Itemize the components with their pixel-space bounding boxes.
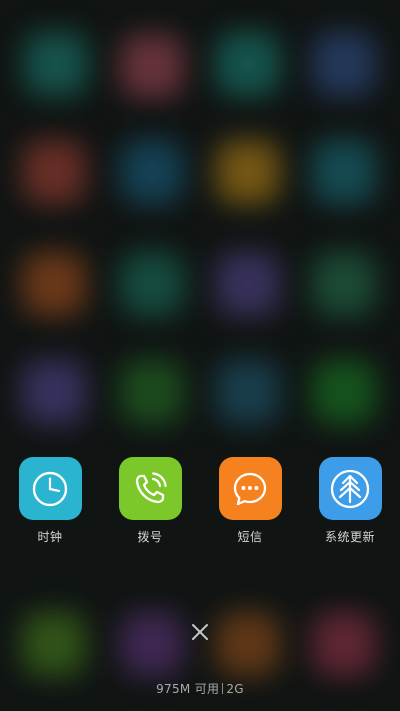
recent-apps-screen: 时钟 拨号 短信 系统更新 975M 可用 2G: [0, 0, 400, 711]
memory-available: 975M 可用: [156, 682, 220, 696]
recent-app-clock[interactable]: 时钟: [0, 457, 100, 545]
app-label: 时钟: [37, 530, 63, 544]
app-label: 拨号: [137, 530, 163, 544]
close-all-button[interactable]: [186, 618, 214, 646]
message-icon[interactable]: [218, 457, 282, 520]
memory-separator: [222, 683, 224, 694]
recent-app-system-update[interactable]: 系统更新: [300, 457, 400, 545]
dim-overlay: [0, 0, 400, 711]
recent-app-dialer[interactable]: 拨号: [100, 457, 200, 545]
phone-icon[interactable]: [118, 457, 182, 520]
memory-status: 975M 可用 2G: [0, 680, 400, 697]
close-icon[interactable]: [191, 623, 209, 641]
recent-apps-row: 时钟 拨号 短信 系统更新: [0, 457, 400, 547]
app-label: 系统更新: [324, 530, 375, 544]
recent-app-messages[interactable]: 短信: [200, 457, 300, 545]
clock-icon[interactable]: [18, 457, 82, 520]
system-update-icon[interactable]: [318, 457, 382, 520]
memory-total: 2G: [226, 682, 244, 696]
app-label: 短信: [237, 530, 263, 544]
